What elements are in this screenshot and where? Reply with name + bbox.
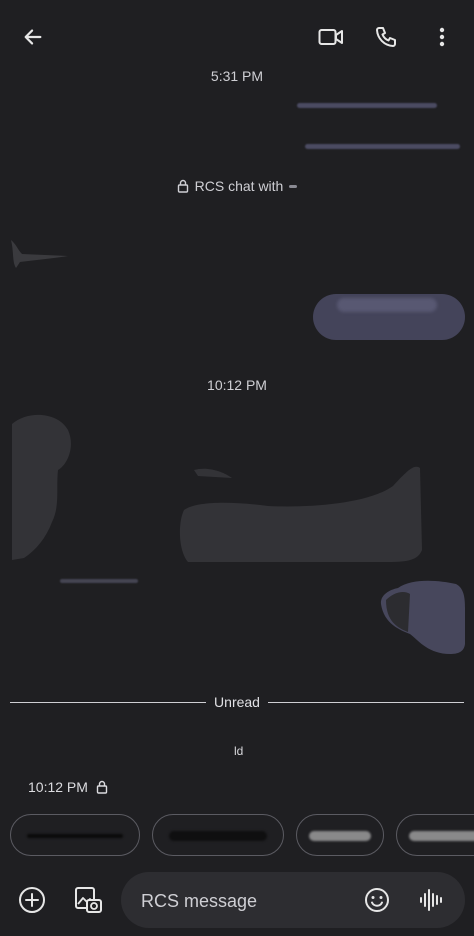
emoji-icon: [365, 888, 389, 912]
smart-reply-chip[interactable]: [396, 814, 474, 856]
plus-circle-icon: [19, 887, 45, 913]
voice-waveform-icon: [420, 889, 442, 911]
rcs-notice-text: RCS chat with: [194, 178, 284, 194]
more-vertical-icon: [439, 27, 445, 47]
unread-label: Unread: [214, 694, 260, 710]
lock-icon: [96, 780, 108, 794]
compose-bar: [0, 868, 474, 936]
phone-icon: [376, 27, 396, 47]
video-camera-icon: [318, 29, 343, 45]
sent-time: 10:12 PM: [28, 779, 88, 795]
back-button[interactable]: [11, 15, 55, 59]
redacted-name: [289, 184, 298, 188]
smart-reply-chip[interactable]: [152, 814, 284, 856]
incoming-message-bubble[interactable]: [8, 410, 428, 570]
redacted-message: [60, 579, 138, 583]
redacted-message: [297, 103, 437, 108]
app-bar: [0, 0, 474, 74]
smart-reply-chip[interactable]: [10, 814, 140, 856]
redacted-text: [27, 834, 123, 838]
smart-reply-chips: [10, 814, 474, 858]
outgoing-message-bubble[interactable]: [378, 578, 466, 656]
unread-divider: Unread: [10, 692, 465, 712]
redacted-text: [337, 298, 437, 312]
messages-screen: 5:31 PM RCS chat with 10:12 PM Unread ld: [0, 0, 474, 936]
divider-line: [10, 701, 207, 703]
attach-button[interactable]: [10, 878, 54, 922]
gallery-icon: [75, 887, 102, 913]
redacted-text: [309, 831, 371, 841]
timestamp: 10:12 PM: [207, 377, 267, 393]
gallery-button[interactable]: [66, 878, 110, 922]
more-options-button[interactable]: [420, 15, 464, 59]
message-field: [121, 872, 465, 930]
video-call-button[interactable]: [309, 15, 353, 59]
redacted-message: [11, 240, 68, 268]
redacted-message: [305, 144, 460, 149]
redacted-text: [169, 831, 267, 841]
emoji-button[interactable]: [355, 878, 399, 922]
outgoing-message-bubble[interactable]: [313, 294, 465, 340]
redacted-text: [409, 831, 474, 841]
arrow-left-icon: [24, 29, 42, 45]
lock-icon: [177, 179, 188, 193]
rcs-encryption-notice: RCS chat with: [0, 178, 474, 194]
message-status: 10:12 PM: [28, 779, 108, 795]
message-input[interactable]: [139, 872, 363, 930]
divider-line: [267, 701, 465, 703]
voice-message-button[interactable]: [409, 878, 453, 922]
voice-call-button[interactable]: [364, 15, 408, 59]
redacted-message-fragment: ld: [234, 744, 244, 758]
timestamp: 5:31 PM: [210, 68, 264, 84]
smart-reply-chip[interactable]: [296, 814, 384, 856]
